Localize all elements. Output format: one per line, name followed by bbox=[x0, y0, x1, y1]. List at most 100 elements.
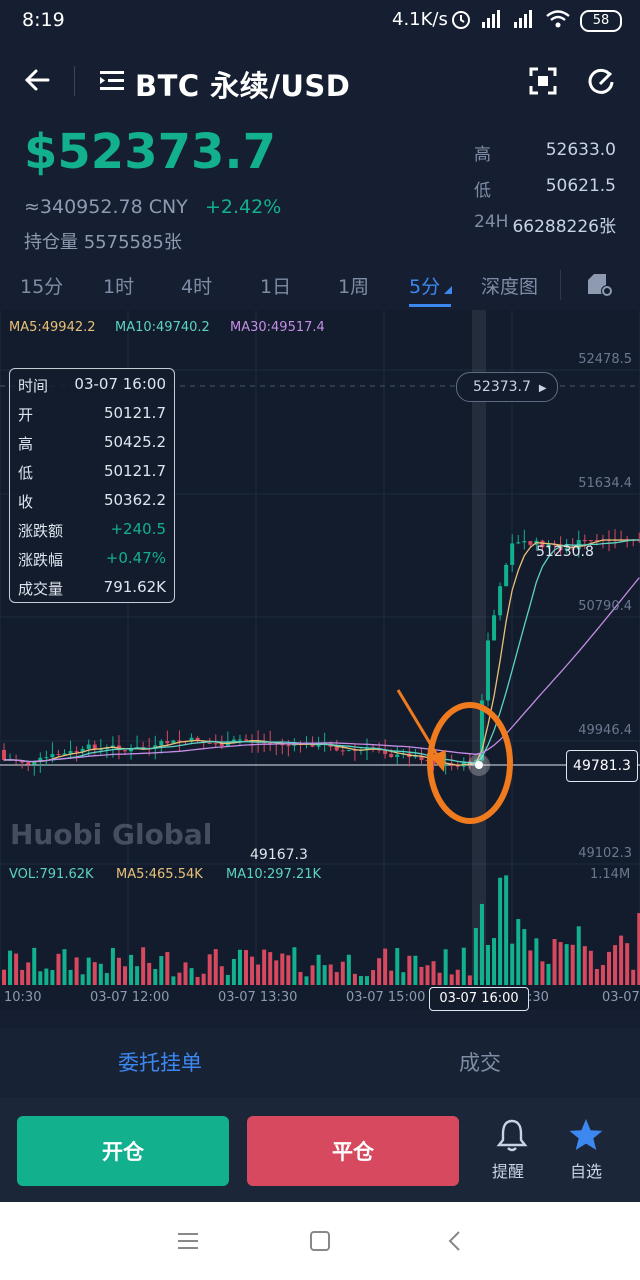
bell-icon[interactable] bbox=[496, 1118, 528, 1152]
price-tick-4: 49946.4 bbox=[578, 723, 632, 738]
scan-icon[interactable] bbox=[528, 66, 558, 96]
watchlist-label[interactable]: 自选 bbox=[570, 1158, 602, 1182]
back-icon[interactable] bbox=[444, 1230, 468, 1252]
candle-body bbox=[389, 754, 394, 758]
ma10-label: MA10:49740.2 bbox=[115, 320, 210, 335]
volume-bar bbox=[510, 943, 515, 985]
last-price-pill[interactable]: 52373.7 ▶ bbox=[456, 372, 558, 402]
signal-icon bbox=[514, 10, 532, 28]
info-value: 50425.2 bbox=[103, 433, 166, 451]
time-tick-2: 03-07 12:00 bbox=[90, 990, 170, 1005]
candle-body bbox=[449, 765, 454, 767]
volume-bar bbox=[607, 951, 611, 985]
volume-bar bbox=[268, 952, 273, 985]
chart-settings-icon[interactable] bbox=[585, 270, 615, 298]
star-icon[interactable] bbox=[568, 1118, 604, 1152]
info-key: 涨跌额 bbox=[18, 522, 64, 540]
volume-bar bbox=[280, 953, 285, 985]
volume-bar bbox=[546, 963, 551, 985]
candle-body bbox=[286, 745, 291, 747]
candle-body bbox=[159, 741, 164, 746]
volume-bar bbox=[486, 944, 490, 985]
volume-bar bbox=[467, 975, 472, 985]
volume-bar bbox=[116, 957, 121, 985]
info-value: 50121.7 bbox=[103, 404, 166, 422]
volume-bar bbox=[244, 950, 248, 985]
volume-bar bbox=[564, 944, 569, 985]
volume-24h-value: 66288226张 bbox=[512, 217, 616, 237]
time-tick-1: 10:30 bbox=[4, 990, 42, 1005]
tab-depth[interactable]: 深度图 bbox=[481, 272, 538, 299]
volume-bar bbox=[225, 974, 230, 985]
info-row: 成交量 791.62K bbox=[18, 578, 166, 607]
volume-bar bbox=[2, 969, 6, 985]
volume-bar bbox=[377, 958, 382, 985]
info-row: 开 50121.7 bbox=[18, 404, 166, 433]
candle-body bbox=[165, 741, 170, 744]
volume-bar bbox=[110, 947, 115, 985]
tab-5m[interactable]: 5分 bbox=[409, 272, 440, 299]
candle-body bbox=[395, 754, 400, 758]
tab-15m[interactable]: 15分 bbox=[20, 272, 63, 299]
volume-bar bbox=[582, 946, 587, 985]
candle-body bbox=[316, 744, 321, 747]
info-key: 高 bbox=[18, 435, 34, 453]
close-position-button[interactable]: 平仓 bbox=[247, 1116, 459, 1186]
menu-icon[interactable] bbox=[176, 1230, 200, 1252]
tab-4h[interactable]: 4时 bbox=[181, 272, 212, 299]
volume-bar bbox=[298, 971, 303, 985]
refresh-icon[interactable] bbox=[586, 66, 616, 96]
info-key: 成交量 bbox=[18, 580, 64, 598]
volume-bar bbox=[165, 952, 170, 985]
candle-body bbox=[2, 750, 6, 760]
volume-bar bbox=[310, 965, 315, 985]
ma5-label: MA5:49942.2 bbox=[9, 320, 96, 335]
order-trade-tabs: 委托挂单 成交 bbox=[0, 1028, 640, 1098]
open-position-button[interactable]: 开仓 bbox=[17, 1116, 229, 1186]
volume-bar bbox=[625, 943, 630, 985]
price-tick-1: 52478.5 bbox=[578, 352, 632, 367]
vol-ma10-label: MA10:297.21K bbox=[226, 867, 322, 882]
candle-body bbox=[492, 615, 497, 641]
volume-bar bbox=[159, 956, 164, 985]
tab-trades[interactable]: 成交 bbox=[320, 1028, 640, 1098]
tab-1d[interactable]: 1日 bbox=[260, 272, 291, 299]
volume-bar bbox=[540, 961, 545, 985]
volume-bar bbox=[177, 972, 182, 985]
change-percent: +2.42% bbox=[205, 196, 282, 218]
volume-bar bbox=[62, 949, 67, 985]
volume-bar bbox=[534, 938, 539, 985]
volume-bar bbox=[340, 961, 345, 985]
home-icon[interactable] bbox=[308, 1230, 332, 1252]
volume-bars bbox=[2, 875, 640, 985]
last-price: $52373.7 bbox=[24, 124, 277, 180]
high-value: 52633.0 bbox=[545, 140, 616, 160]
signal-hd-icon bbox=[482, 10, 500, 28]
volume-bar bbox=[600, 964, 605, 985]
candle-body bbox=[50, 754, 55, 758]
candle-body bbox=[26, 762, 31, 765]
volume-bar bbox=[371, 970, 376, 985]
alert-label[interactable]: 提醒 bbox=[492, 1158, 524, 1182]
tab-divider bbox=[560, 270, 561, 300]
volume-bar bbox=[8, 950, 13, 985]
back-arrow-icon[interactable] bbox=[22, 65, 52, 95]
candle-body bbox=[44, 757, 49, 759]
info-key: 开 bbox=[18, 406, 34, 424]
volume-bar bbox=[74, 957, 79, 985]
volume-bar bbox=[20, 969, 25, 985]
volume-bar bbox=[14, 953, 19, 985]
candle-body bbox=[340, 750, 345, 752]
cursor-price-tag: 49781.3 bbox=[566, 750, 638, 782]
tab-1w[interactable]: 1周 bbox=[338, 272, 369, 299]
volume-bar bbox=[479, 903, 484, 985]
dropdown-triangle-icon bbox=[444, 286, 452, 294]
candle-body bbox=[504, 564, 509, 587]
crosshair-vertical bbox=[472, 310, 486, 980]
tab-1h[interactable]: 1时 bbox=[103, 272, 134, 299]
tab-orders[interactable]: 委托挂单 bbox=[0, 1028, 320, 1098]
time-tick-3: 03-07 13:30 bbox=[218, 990, 298, 1005]
market-list-icon[interactable] bbox=[98, 68, 126, 94]
volume-bar bbox=[413, 955, 418, 985]
volume-bar bbox=[401, 972, 406, 985]
